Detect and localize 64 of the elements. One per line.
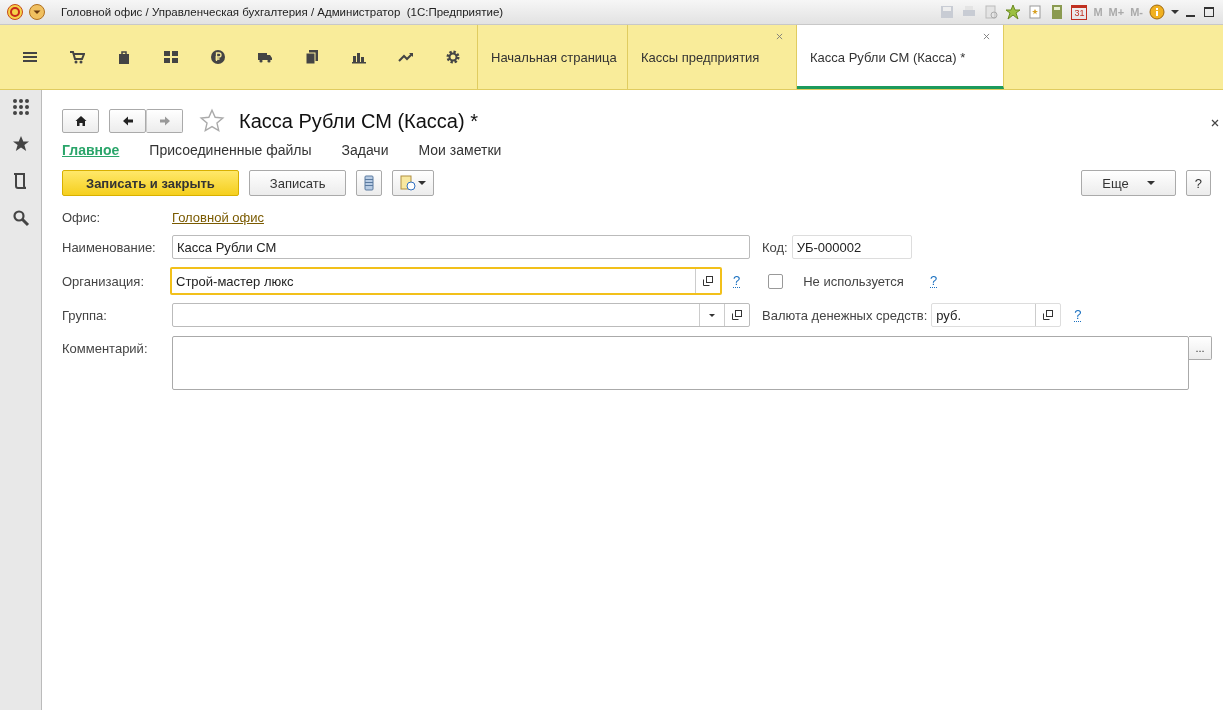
list-button[interactable] xyxy=(356,170,383,196)
report-button[interactable] xyxy=(392,170,435,196)
help-button[interactable]: ? xyxy=(1185,170,1211,196)
form-tab[interactable]: Мои заметки xyxy=(418,142,502,158)
menu-icon[interactable] xyxy=(22,49,38,65)
apps-icon[interactable] xyxy=(11,98,30,116)
back-button[interactable] xyxy=(109,109,146,133)
open-icon[interactable] xyxy=(703,276,713,286)
home-button[interactable] xyxy=(62,109,99,133)
open-tab[interactable]: Начальная страница xyxy=(478,25,628,89)
field-label: Валюта денежных средств: xyxy=(762,307,928,323)
expand-button[interactable]: ... xyxy=(1189,336,1212,360)
caret-icon[interactable] xyxy=(708,311,716,319)
left-arrow-icon xyxy=(121,115,134,127)
documents-icon[interactable] xyxy=(304,49,320,65)
code-field[interactable]: УБ-000002 xyxy=(791,235,912,259)
bag-icon[interactable] xyxy=(116,49,132,65)
favorite-star-icon[interactable] xyxy=(199,108,225,134)
cart-icon[interactable] xyxy=(69,49,85,65)
open-icon[interactable] xyxy=(732,310,742,320)
office-link[interactable]: Головной офис xyxy=(172,209,264,225)
form-tab[interactable]: Присоединенные файлы xyxy=(149,142,312,158)
checkbox[interactable] xyxy=(768,273,784,289)
close-icon[interactable] xyxy=(1211,119,1219,127)
save-and-close-button[interactable]: Записать и закрыть xyxy=(62,170,239,196)
checkbox-label: Не используется xyxy=(803,273,904,289)
right-arrow-icon xyxy=(158,115,171,127)
star-icon[interactable] xyxy=(1005,4,1022,20)
home-icon xyxy=(74,115,87,127)
field-label: Группа: xyxy=(62,307,108,323)
form-title: Касса Рубли СМ (Касса) * xyxy=(239,109,478,133)
field-label: Комментарий: xyxy=(62,341,149,356)
info-icon[interactable] xyxy=(1149,4,1165,20)
help-link[interactable]: ? xyxy=(1074,308,1082,322)
help-link[interactable]: ? xyxy=(929,274,938,288)
save-button[interactable]: Записать xyxy=(248,170,347,196)
help-link[interactable]: ? xyxy=(733,274,741,288)
organization-field[interactable]: Строй-мастер люкс xyxy=(170,267,722,295)
document-icon xyxy=(400,175,417,191)
field-label: Организация: xyxy=(62,273,146,289)
currency-field[interactable]: руб. xyxy=(931,303,1062,327)
logo-icon xyxy=(7,4,23,20)
window-title: Головной офис / Управленческая бухгалтерия / Администратор (1С:Предприятие) xyxy=(61,6,504,18)
comment-field[interactable] xyxy=(172,336,1189,390)
caret-icon[interactable] xyxy=(1171,8,1179,16)
star-icon[interactable] xyxy=(11,135,30,153)
calendar-icon[interactable]: 31 xyxy=(1071,4,1088,20)
open-tab[interactable]: Касса Рубли СМ (Касса) * xyxy=(797,25,1004,89)
maximize-icon[interactable] xyxy=(1203,6,1215,18)
field-label: Код: xyxy=(762,239,788,255)
open-icon[interactable] xyxy=(1043,310,1054,320)
more-button[interactable]: Еще xyxy=(1081,170,1176,196)
dropdown-icon[interactable] xyxy=(29,4,45,20)
name-field[interactable]: Касса Рубли СМ xyxy=(172,235,750,259)
ruble-icon[interactable] xyxy=(210,49,226,65)
grid-icon[interactable] xyxy=(163,49,179,65)
caret-icon xyxy=(1146,179,1155,187)
group-field[interactable] xyxy=(172,303,750,327)
caret-icon xyxy=(418,179,427,187)
settings-icon[interactable] xyxy=(445,49,461,65)
form-tab[interactable]: Задачи xyxy=(341,142,389,158)
search-icon[interactable] xyxy=(11,209,30,227)
field-label: Наименование: xyxy=(62,239,157,255)
field-label: Офис: xyxy=(62,209,102,225)
